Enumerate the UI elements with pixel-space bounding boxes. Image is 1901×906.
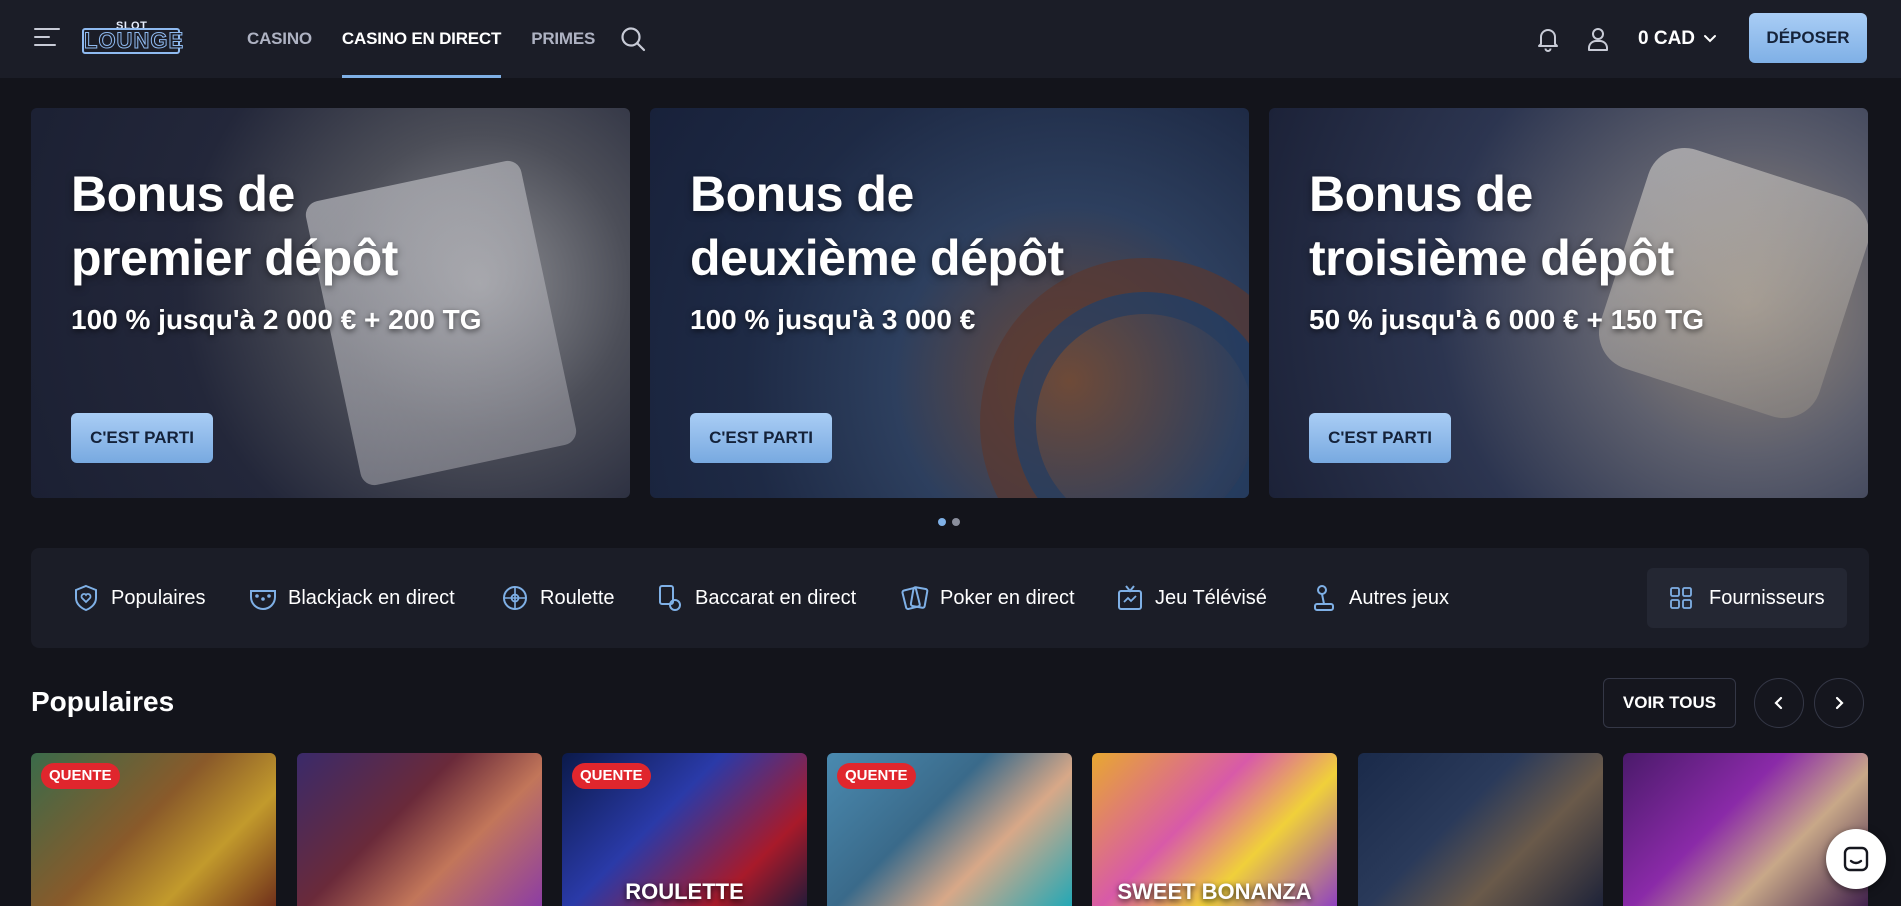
banner-second-deposit[interactable]: Bonus de deuxième dépôt 100 % jusqu'à 3 …	[650, 108, 1249, 498]
game-tile[interactable]	[1623, 753, 1868, 906]
hot-badge: QUENTE	[837, 763, 916, 789]
baccarat-icon	[659, 585, 681, 611]
next-button[interactable]	[1814, 678, 1864, 728]
heart-shield-icon	[75, 584, 97, 612]
poker-icon	[901, 586, 929, 610]
blackjack-icon	[250, 590, 276, 610]
banner-third-deposit[interactable]: Bonus de troisième dépôt 50 % jusqu'à 6 …	[1269, 108, 1868, 498]
hot-badge: QUENTE	[41, 763, 120, 789]
category-bar: Populaires Blackjack en direct Roulette …	[31, 548, 1869, 648]
providers-button[interactable]: Fournisseurs	[1647, 568, 1847, 628]
game-tile[interactable]: QUENTE ROULETTE	[562, 753, 807, 906]
banner-title: Bonus de premier dépôt	[71, 166, 398, 286]
category-label: Baccarat en direct	[695, 586, 857, 609]
game-tile[interactable]	[297, 753, 542, 906]
game-tile[interactable]: SWEET BONANZA	[1092, 753, 1337, 906]
game-name: ROULETTE	[625, 879, 744, 904]
category-label: Poker en direct	[940, 586, 1075, 609]
category-blackjack[interactable]: Blackjack en direct	[248, 548, 455, 648]
chevron-right-icon	[1835, 696, 1844, 710]
prev-button[interactable]	[1754, 678, 1804, 728]
carousel-dot-1[interactable]	[938, 518, 946, 526]
banner-subtitle: 100 % jusqu'à 2 000 € + 200 TG	[71, 304, 482, 335]
game-tile[interactable]: QUENTE	[31, 753, 276, 906]
hot-badge: QUENTE	[572, 763, 651, 789]
section-title: Populaires	[31, 686, 175, 717]
banner-cta-button[interactable]: C'EST PARTI	[71, 413, 213, 463]
user-icon[interactable]	[1586, 26, 1610, 52]
game-tile[interactable]: QUENTE	[827, 753, 1072, 906]
category-poker[interactable]: Poker en direct	[900, 548, 1075, 648]
search-icon[interactable]	[620, 26, 646, 52]
joystick-icon	[1314, 585, 1334, 611]
category-roulette[interactable]: Roulette	[500, 548, 615, 648]
chevron-left-icon	[1774, 696, 1783, 710]
banner-title: Bonus de troisième dépôt	[1309, 166, 1674, 286]
game-tile[interactable]	[1358, 753, 1603, 906]
chevron-down-icon	[1704, 35, 1717, 43]
carousel-dot-2[interactable]	[952, 518, 960, 526]
site-logo[interactable]: SLOT LOUNGE	[80, 20, 185, 56]
category-other-games[interactable]: Autres jeux	[1309, 548, 1449, 648]
balance-selector[interactable]: 0 CAD	[1638, 26, 1717, 52]
banner-cta-button[interactable]: C'EST PARTI	[690, 413, 832, 463]
deposit-button[interactable]: DÉPOSER	[1749, 13, 1867, 63]
category-popular[interactable]: Populaires	[71, 548, 206, 648]
main-nav: CASINO CASINO EN DIRECT PRIMES	[247, 0, 625, 78]
banner-title: Bonus de deuxième dépôt	[690, 166, 1064, 286]
menu-icon[interactable]	[34, 28, 60, 48]
game-name: SWEET BONANZA	[1117, 879, 1312, 904]
banner-cta-button[interactable]: C'EST PARTI	[1309, 413, 1451, 463]
top-header: SLOT LOUNGE CASINO CASINO EN DIRECT PRIM…	[0, 0, 1901, 78]
banner-subtitle: 50 % jusqu'à 6 000 € + 150 TG	[1309, 304, 1704, 335]
category-game-show[interactable]: Jeu Télévisé	[1115, 548, 1267, 648]
nav-casino[interactable]: CASINO	[247, 0, 312, 78]
banner-subtitle: 100 % jusqu'à 3 000 €	[690, 304, 976, 335]
category-label: Autres jeux	[1349, 586, 1450, 609]
category-label: Populaires	[111, 586, 206, 609]
banner-first-deposit[interactable]: Bonus de premier dépôt 100 % jusqu'à 2 0…	[31, 108, 630, 498]
chat-icon	[1843, 846, 1869, 872]
category-label: Blackjack en direct	[288, 586, 455, 609]
carousel-dots	[938, 518, 966, 526]
nav-live-casino[interactable]: CASINO EN DIRECT	[341, 0, 502, 78]
chat-button[interactable]	[1826, 829, 1886, 889]
roulette-icon	[503, 586, 527, 610]
bell-icon[interactable]	[1536, 26, 1560, 52]
tv-icon	[1118, 585, 1142, 610]
nav-bonuses[interactable]: PRIMES	[531, 0, 595, 78]
category-baccarat[interactable]: Baccarat en direct	[655, 548, 856, 648]
see-all-button[interactable]: VOIR TOUS	[1603, 678, 1736, 728]
category-label: Jeu Télévisé	[1155, 586, 1267, 609]
category-label: Roulette	[540, 586, 615, 609]
logo-main-text: LOUNGE	[82, 28, 185, 54]
providers-label: Fournisseurs	[1709, 586, 1825, 609]
balance-amount: 0 CAD	[1638, 28, 1696, 49]
grid-icon	[1670, 587, 1692, 609]
